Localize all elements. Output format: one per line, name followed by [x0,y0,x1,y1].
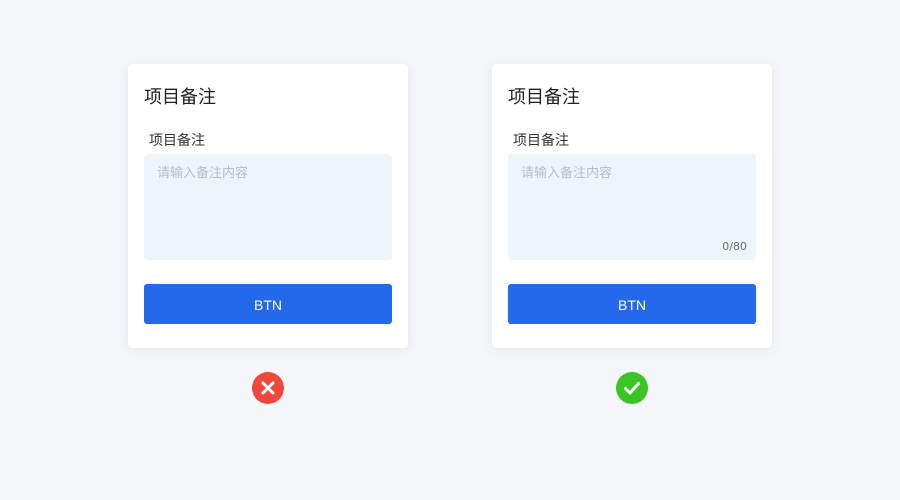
card-correct-example: 项目备注 项目备注 请输入备注内容 0/80 BTN [492,64,772,348]
card-title: 项目备注 [144,87,216,108]
remarks-textarea[interactable]: 请输入备注内容 [144,154,392,260]
close-icon [252,372,284,404]
remarks-placeholder: 请输入备注内容 [157,166,249,181]
character-counter: 0/80 [722,240,747,253]
submit-button[interactable]: BTN [144,284,392,324]
remarks-textarea[interactable]: 请输入备注内容 0/80 [508,154,756,260]
remarks-placeholder: 请输入备注内容 [521,166,613,181]
card-title: 项目备注 [508,87,580,108]
check-icon [616,372,648,404]
remarks-field-label: 项目备注 [513,133,569,149]
card-incorrect-example: 项目备注 项目备注 请输入备注内容 BTN [128,64,408,348]
submit-button[interactable]: BTN [508,284,756,324]
remarks-field-label: 项目备注 [149,133,205,149]
